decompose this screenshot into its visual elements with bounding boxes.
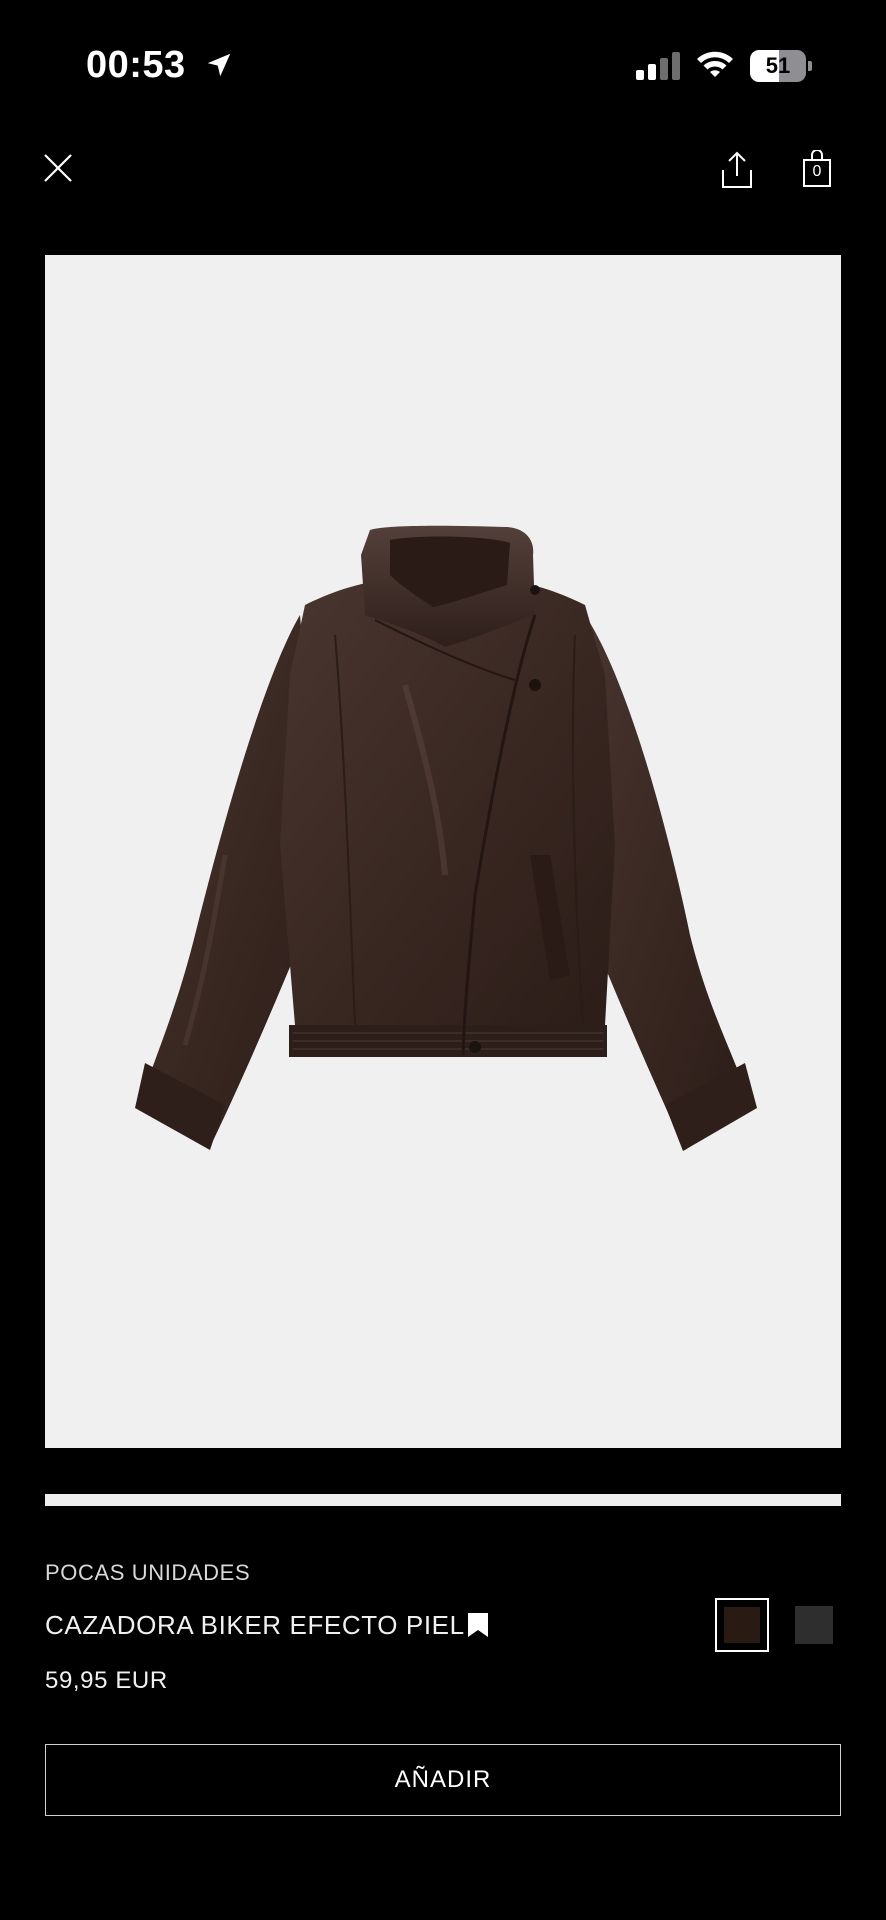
image-progress-fill: [45, 1494, 841, 1506]
cellular-signal-icon: [636, 52, 680, 80]
battery-body: 51: [750, 50, 806, 82]
product-price: 59,95 EUR: [45, 1667, 168, 1694]
bag-count: 0: [812, 163, 822, 180]
product-image[interactable]: [45, 255, 841, 1448]
bookmark-icon[interactable]: [467, 1612, 489, 1638]
color-swatch-brown-chip: [724, 1607, 760, 1643]
stock-note: POCAS UNIDADES: [45, 1560, 251, 1585]
leather-jacket-image: [135, 525, 757, 1151]
product-name: CAZADORA BIKER EFECTO PIEL: [45, 1610, 465, 1640]
wifi-icon: [697, 51, 733, 77]
status-bar: 00:53 51: [0, 0, 886, 130]
battery-cap: [808, 61, 812, 71]
close-icon[interactable]: [42, 152, 74, 184]
status-time: 00:53: [86, 44, 186, 86]
battery-level: 51: [765, 53, 791, 78]
image-progress-bar: [45, 1494, 841, 1506]
add-to-cart-button[interactable]: AÑADIR: [45, 1744, 841, 1816]
color-swatch-brown-selected[interactable]: [715, 1598, 769, 1652]
share-icon[interactable]: [720, 150, 754, 190]
location-arrow-icon: [207, 53, 231, 77]
color-swatch-black[interactable]: [795, 1606, 833, 1644]
product-detail-screen: 00:53 51 0 POCAS UNIDADES CAZADORA BIKER…: [0, 0, 886, 1920]
battery-icon: 51: [750, 50, 812, 82]
